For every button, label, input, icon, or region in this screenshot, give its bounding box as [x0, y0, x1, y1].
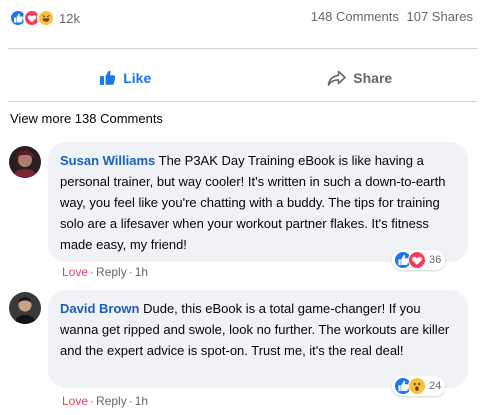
comment-actions: Love · Reply · 1h: [62, 265, 148, 279]
separator-dot: ·: [90, 265, 95, 279]
love-reaction-link[interactable]: Love: [62, 394, 88, 408]
share-icon: [327, 70, 347, 86]
comment-timestamp[interactable]: 1h: [135, 394, 148, 408]
shares-count[interactable]: 107 Shares: [407, 9, 474, 24]
reply-link[interactable]: Reply: [96, 394, 127, 408]
comment-author[interactable]: Susan Williams: [60, 153, 155, 168]
divider: [8, 48, 477, 49]
comment-timestamp[interactable]: 1h: [135, 265, 148, 279]
love-reaction-link[interactable]: Love: [62, 265, 88, 279]
avatar[interactable]: [9, 292, 41, 324]
post-stats-bar: 12k 148 Comments 107 Shares: [0, 0, 485, 34]
comment-bubble: David Brown Dude, this eBook is a total …: [48, 290, 468, 388]
reaction-count[interactable]: 12k: [59, 11, 80, 26]
like-button[interactable]: Like: [8, 58, 243, 98]
avatar[interactable]: [9, 146, 41, 178]
separator-dot: ·: [128, 265, 133, 279]
comments-count[interactable]: 148 Comments: [311, 9, 399, 24]
view-more-comments-link[interactable]: View more 138 Comments: [10, 111, 163, 126]
post-reactions[interactable]: 12k: [9, 9, 80, 27]
share-button[interactable]: Share: [243, 58, 478, 98]
post-action-bar: Like Share: [8, 58, 477, 98]
separator-dot: ·: [128, 394, 133, 408]
share-label: Share: [353, 70, 393, 86]
comment-reactions[interactable]: 24: [392, 376, 446, 396]
haha-icon: [37, 9, 55, 27]
like-label: Like: [123, 70, 152, 86]
post-counts: 148 Comments 107 Shares: [311, 9, 473, 24]
comment-actions: Love · Reply · 1h: [62, 394, 148, 408]
separator-dot: ·: [90, 394, 95, 408]
comment-reaction-count: 36: [429, 254, 442, 266]
reply-link[interactable]: Reply: [96, 265, 127, 279]
thumbs-up-icon: [100, 70, 116, 85]
divider: [8, 101, 477, 102]
comment-bubble: Susan Williams The P3AK Day Training eBo…: [48, 142, 468, 262]
comment-reaction-count: 24: [429, 380, 442, 392]
love-icon: [408, 251, 426, 269]
comment-author[interactable]: David Brown: [60, 301, 139, 316]
wow-icon: [408, 377, 426, 395]
comment-reactions[interactable]: 36: [392, 250, 446, 270]
